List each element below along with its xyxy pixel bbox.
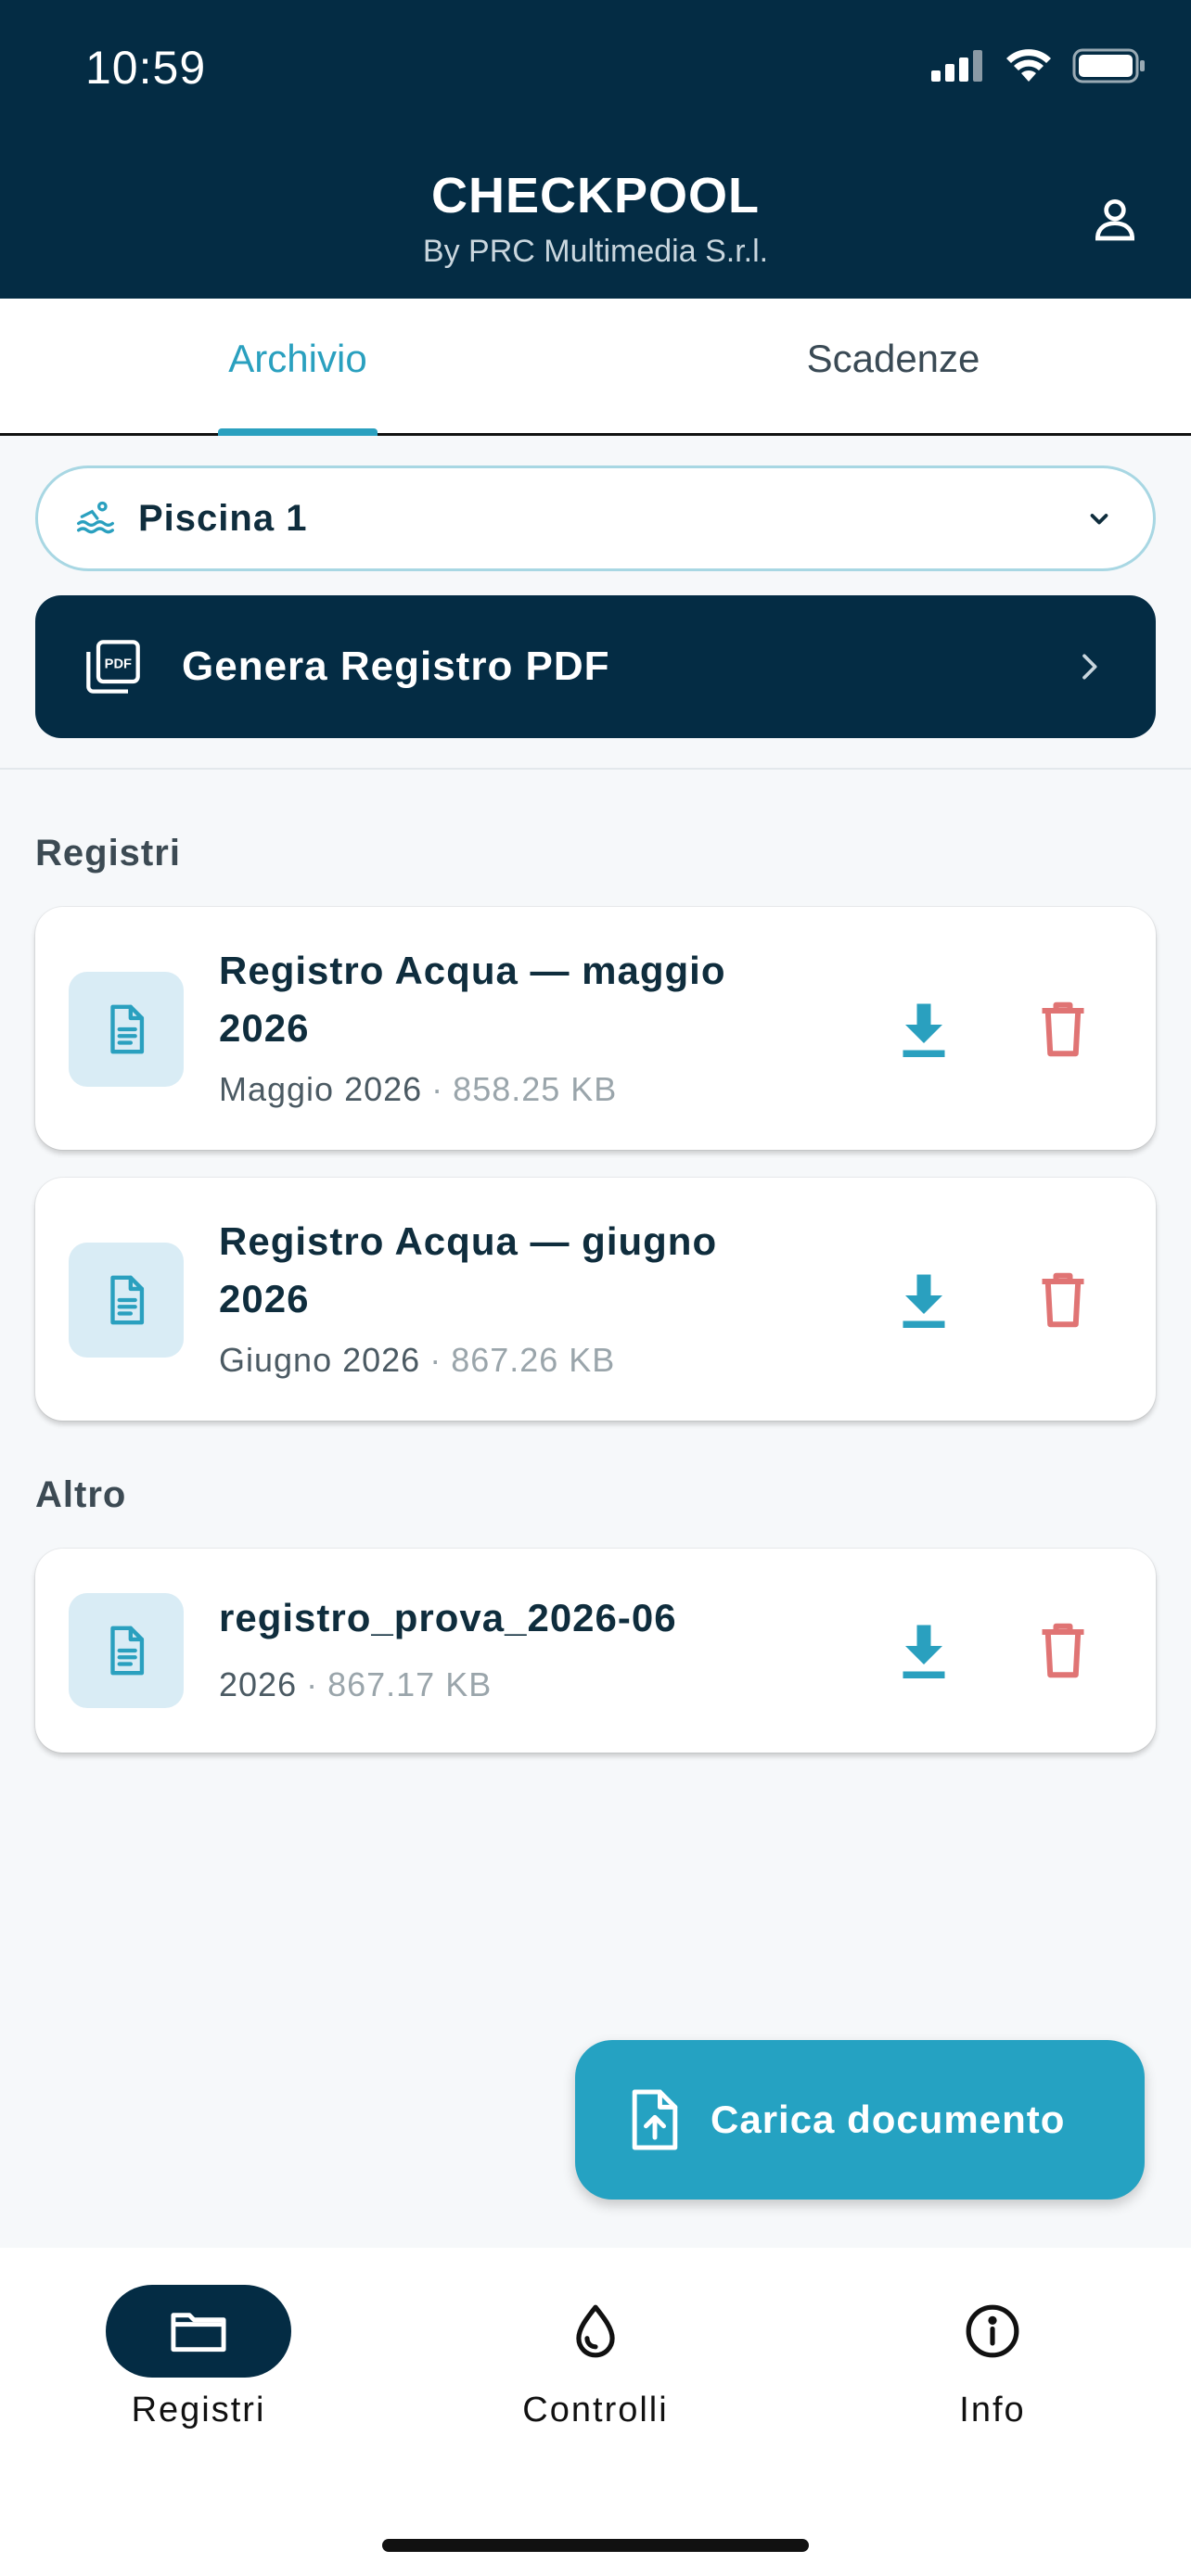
- document-period: 2026: [219, 1665, 298, 1703]
- document-meta: Giugno 2026 · 867.26 KB: [219, 1341, 616, 1379]
- document-meta: 2026 · 867.17 KB: [219, 1665, 493, 1703]
- pdf-icon: PDF: [86, 640, 140, 694]
- tab-archivio[interactable]: Archivio: [0, 299, 596, 436]
- tab-archivio-label: Archivio: [228, 336, 367, 380]
- document-size: 867.26 KB: [451, 1341, 616, 1379]
- app-title: CHECKPOOL: [430, 168, 760, 223]
- document-icon: [69, 972, 184, 1087]
- delete-button[interactable]: [1033, 1621, 1093, 1680]
- document-meta: Maggio 2026 · 858.25 KB: [219, 1070, 618, 1108]
- document-size: 858.25 KB: [453, 1070, 618, 1108]
- folder-icon: [171, 2313, 226, 2353]
- document-icon: [69, 1243, 184, 1358]
- chevron-down-icon: [1090, 514, 1108, 525]
- bottom-nav: Registri Controlli Info: [0, 2248, 1191, 2576]
- upload-document-button[interactable]: Carica documento: [575, 2040, 1145, 2200]
- document-period: Giugno 2026: [219, 1341, 421, 1379]
- home-indicator: [382, 2539, 809, 2552]
- document-size: 867.17 KB: [327, 1665, 493, 1703]
- tab-active-indicator: [218, 428, 378, 436]
- pool-select[interactable]: Piscina 1: [35, 465, 1156, 571]
- download-icon: [903, 1625, 945, 1678]
- nav-item-info[interactable]: Info: [853, 2285, 1132, 2430]
- water-drop-icon: [576, 2304, 615, 2358]
- download-icon: [903, 1003, 945, 1057]
- delete-button[interactable]: [1033, 1270, 1093, 1330]
- nav-pill: [900, 2285, 1085, 2378]
- nav-item-registri[interactable]: Registri: [59, 2285, 338, 2430]
- status-icons: [931, 48, 1146, 83]
- nav-label-controlli: Controlli: [522, 2391, 669, 2429]
- tab-bar: Archivio Scadenze: [0, 299, 1191, 436]
- nav-label-info: Info: [959, 2391, 1026, 2429]
- battery-icon: [1072, 48, 1145, 83]
- trash-icon: [1042, 1001, 1084, 1057]
- document-card[interactable]: registro_prova_2026-06 2026 · 867.17 KB: [35, 1549, 1156, 1753]
- tab-scadenze-label: Scadenze: [806, 336, 980, 380]
- download-button[interactable]: [894, 1621, 954, 1680]
- section-title-registri: Registri: [35, 833, 181, 874]
- upload-document-label: Carica documento: [711, 2098, 1066, 2141]
- file-upload-icon: [632, 2089, 678, 2150]
- nav-item-controlli[interactable]: Controlli: [456, 2285, 735, 2430]
- trash-icon: [1042, 1272, 1084, 1328]
- profile-button[interactable]: [1082, 185, 1148, 252]
- wifi-icon: [1006, 49, 1051, 82]
- generate-pdf-button[interactable]: PDF Genera Registro PDF: [35, 595, 1156, 738]
- document-title: Registro Acqua — maggio 2026: [219, 949, 726, 1050]
- delete-button[interactable]: [1033, 1000, 1093, 1059]
- nav-label-registri: Registri: [131, 2391, 266, 2429]
- chevron-right-icon: [1082, 654, 1097, 680]
- download-button[interactable]: [894, 1270, 954, 1330]
- document-card[interactable]: Registro Acqua — maggio 2026 Maggio 2026…: [35, 907, 1156, 1150]
- info-icon: [966, 2304, 1019, 2358]
- section-title-altro: Altro: [35, 1474, 127, 1515]
- download-button[interactable]: [894, 1000, 954, 1059]
- status-time: 10:59: [85, 42, 207, 94]
- svg-text:PDF: PDF: [105, 657, 132, 671]
- cellular-signal-icon: [931, 50, 982, 82]
- user-icon: [1095, 199, 1135, 241]
- nav-active-pill: [106, 2285, 291, 2378]
- tab-scadenze[interactable]: Scadenze: [596, 299, 1191, 433]
- download-icon: [903, 1274, 945, 1328]
- generate-pdf-label: Genera Registro PDF: [182, 644, 610, 689]
- document-card[interactable]: Registro Acqua — giugno 2026 Giugno 2026…: [35, 1178, 1156, 1421]
- document-icon: [69, 1593, 184, 1708]
- document-title: Registro Acqua — giugno 2026: [219, 1219, 718, 1320]
- app-subtitle: By PRC Multimedia S.r.l.: [422, 234, 769, 269]
- pool-select-value: Piscina 1: [138, 497, 308, 539]
- pool-icon: [77, 501, 114, 534]
- document-title: registro_prova_2026-06: [219, 1596, 677, 1639]
- section-divider: [0, 768, 1191, 770]
- document-period: Maggio 2026: [219, 1070, 423, 1108]
- app-header: 10:59 CHECKPOOL By PRC Multimedia S.r.l.: [0, 0, 1191, 299]
- trash-icon: [1042, 1623, 1084, 1678]
- nav-pill: [503, 2285, 688, 2378]
